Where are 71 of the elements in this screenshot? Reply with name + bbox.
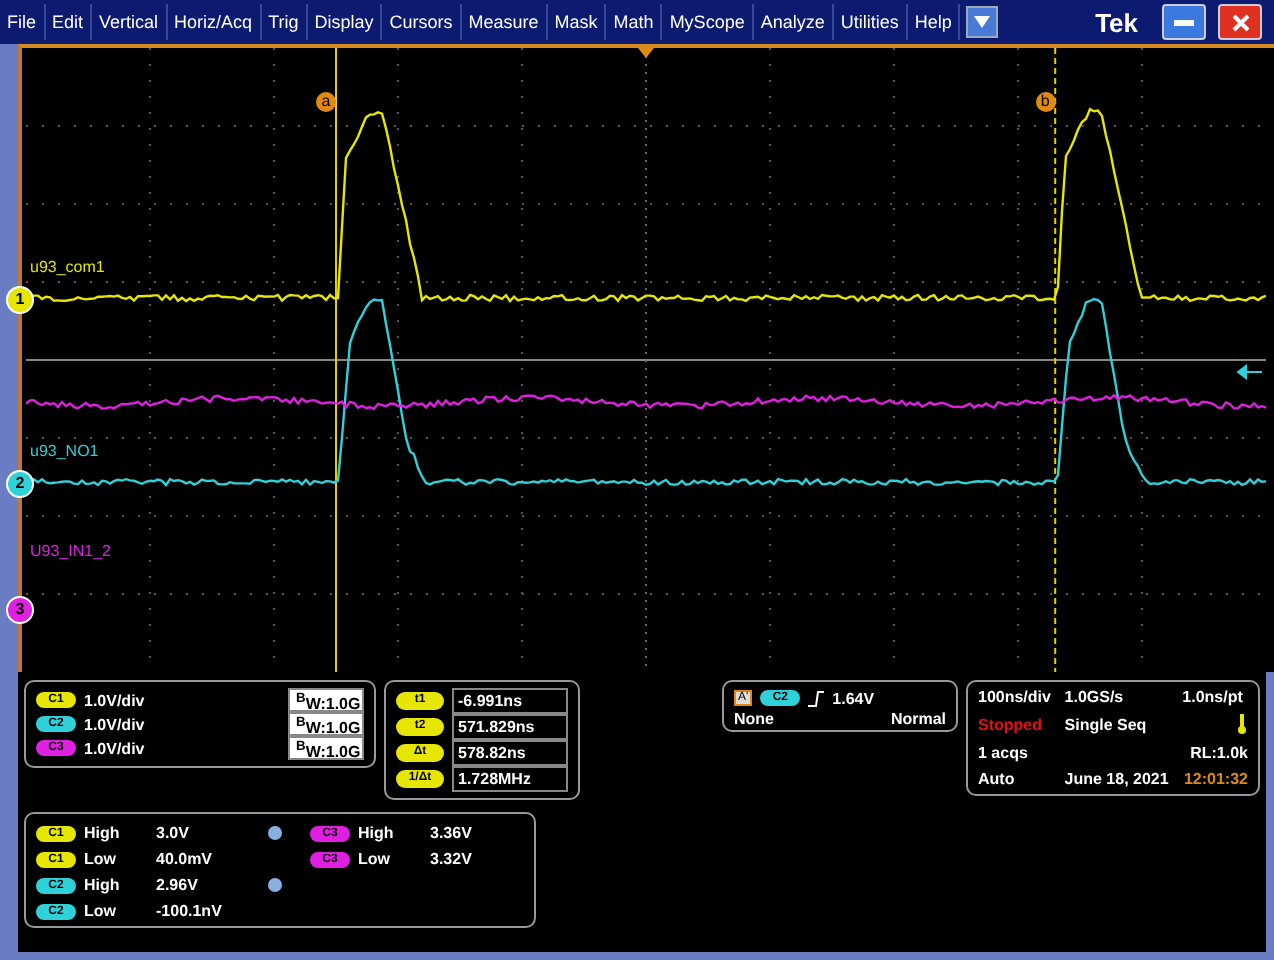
measurement-name: High xyxy=(84,876,122,894)
trigger-coupling: None xyxy=(734,710,774,728)
time: 12:01:32 xyxy=(1183,769,1248,788)
measurement-name: High xyxy=(358,824,396,842)
measurement-value: 3.32V xyxy=(430,850,474,868)
close-button[interactable] xyxy=(1218,4,1262,40)
menu-item[interactable]: Horiz/Acq xyxy=(167,4,262,40)
menu-item[interactable]: Help xyxy=(907,4,961,40)
trigger-position-icon xyxy=(638,48,654,58)
measurement-value: 40.0mV xyxy=(156,850,215,868)
acquisition-count: 1 acqs xyxy=(978,743,1030,762)
measurement-value: -100.1nV xyxy=(156,902,224,920)
rising-edge-icon xyxy=(808,689,825,707)
bandwidth-label: $^{B}$W:1.0G xyxy=(288,688,364,712)
menu-item[interactable]: Cursors xyxy=(382,4,462,40)
scale-label: 1.0V/div xyxy=(84,739,145,757)
channel-marker[interactable]: 3 xyxy=(6,596,34,624)
menu-item[interactable]: Utilities xyxy=(833,4,908,40)
menu-item[interactable]: Vertical xyxy=(92,4,168,40)
sequence-mode: Single Seq xyxy=(1064,715,1149,734)
minimize-icon xyxy=(1174,19,1194,25)
logo: Tek xyxy=(1095,7,1138,37)
measurement-name: High xyxy=(84,824,122,842)
cursor-value: 1.728MHz xyxy=(452,766,568,792)
trigger-mode: Normal xyxy=(890,710,946,728)
caret-icon xyxy=(974,16,991,28)
cursor-label[interactable]: a xyxy=(316,92,336,112)
resolution: 1.0ns/pt xyxy=(1182,688,1245,707)
bandwidth-label: $^{B}$W:1.0G xyxy=(288,736,364,760)
measurement-name: Low xyxy=(84,902,118,920)
menu-item[interactable]: Analyze xyxy=(753,4,834,40)
scale-label: 1.0V/div xyxy=(84,715,145,733)
sample-rate: 1.0GS/s xyxy=(1064,688,1126,707)
trigger-level: 1.64V xyxy=(832,689,875,707)
acquisition-mode: Auto xyxy=(978,769,1017,788)
close-icon xyxy=(1231,13,1249,31)
measurement-name: Low xyxy=(84,850,118,868)
measurement-name: Low xyxy=(358,850,392,868)
cursor-value: 571.829ns xyxy=(452,714,568,740)
menu-item[interactable]: Edit xyxy=(45,4,93,40)
menu-item[interactable]: Math xyxy=(606,4,663,40)
menu-item[interactable]: Trig xyxy=(261,4,308,40)
trace-label: u93_NO1 xyxy=(30,442,99,460)
trace-label: u93_com1 xyxy=(30,258,105,276)
menu-item[interactable]: File xyxy=(0,4,46,40)
arrow-icon xyxy=(1237,364,1263,379)
date: June 18, 2021 xyxy=(1064,769,1171,788)
trace-label: U93_IN1_2 xyxy=(30,542,111,560)
scale-label: 1.0V/div xyxy=(84,691,145,709)
channel-marker[interactable]: 2 xyxy=(6,470,34,498)
channel-marker[interactable]: 1 xyxy=(6,286,34,314)
minimize-button[interactable] xyxy=(1162,4,1206,40)
record-length: RL:1.0k xyxy=(1190,743,1248,762)
info-icon[interactable] xyxy=(268,878,282,892)
dropdown-button[interactable] xyxy=(966,6,999,38)
measurement-value: 3.36V xyxy=(430,824,474,842)
measurement-value: 3.0V xyxy=(156,824,191,842)
menu-item[interactable]: Mask xyxy=(547,4,607,40)
menu-item[interactable]: Measure xyxy=(461,4,548,40)
cursor-value: -6.991ns xyxy=(452,688,568,714)
bandwidth-label: $^{B}$W:1.0G xyxy=(288,712,364,736)
measurement-value: 2.96V xyxy=(156,876,200,894)
cursor-line[interactable] xyxy=(1054,48,1057,672)
cursor-value: 578.82ns xyxy=(452,740,568,766)
acquisition-state: Stopped xyxy=(978,715,1044,734)
menu-item[interactable]: MyScope xyxy=(662,4,754,40)
cursor-label[interactable]: b xyxy=(1035,92,1056,112)
timebase: 100ns/div xyxy=(978,688,1053,707)
info-icon[interactable] xyxy=(268,826,282,840)
thermometer-icon xyxy=(1236,714,1248,735)
menu-item[interactable]: Display xyxy=(307,4,383,40)
